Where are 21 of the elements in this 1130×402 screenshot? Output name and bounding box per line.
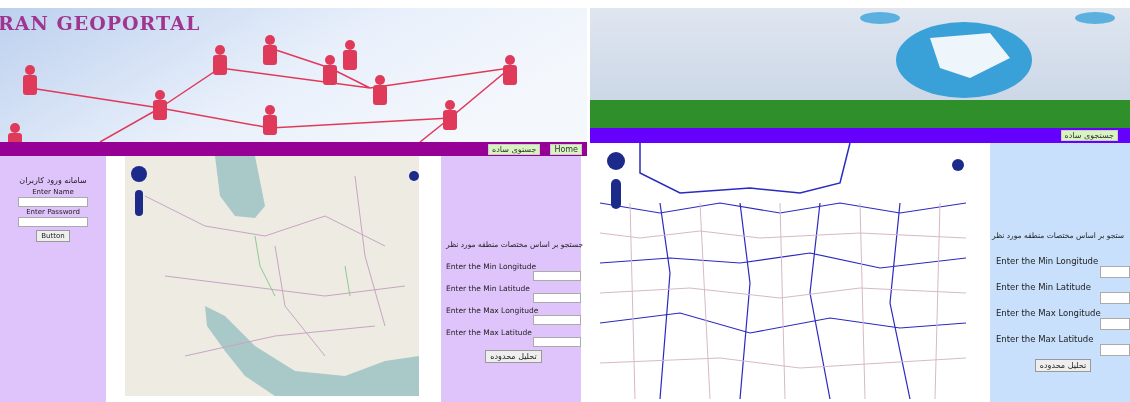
input-field[interactable]	[18, 197, 88, 207]
field-label: Enter the Max Latitude	[996, 334, 1094, 344]
nav-button[interactable]: جستوی ساده	[488, 143, 541, 155]
input-field[interactable]	[1100, 344, 1130, 356]
input-field[interactable]	[1100, 266, 1130, 278]
nav-button[interactable]: جستجوی ساده	[1060, 130, 1118, 141]
input-field[interactable]	[1100, 292, 1130, 304]
field-label: Enter the Min Longitude	[996, 256, 1099, 266]
nav-button[interactable]: Home	[550, 143, 582, 155]
map-drawing[interactable]	[600, 143, 966, 399]
login-heading: سامانه ورود کاربران	[19, 176, 87, 185]
input-field[interactable]	[18, 217, 88, 227]
search-button[interactable]: تحلیل محدوده	[485, 350, 542, 363]
field-label: Enter the Min Latitude	[996, 282, 1091, 292]
input-field[interactable]	[533, 315, 581, 325]
input-field[interactable]	[1100, 318, 1130, 330]
input-field[interactable]	[533, 337, 581, 347]
field-label: Enter the Max Longitude	[996, 308, 1101, 318]
input-field[interactable]	[533, 293, 581, 303]
input-field[interactable]	[533, 271, 581, 281]
search-button[interactable]: تحلیل محدوده	[1034, 359, 1092, 372]
